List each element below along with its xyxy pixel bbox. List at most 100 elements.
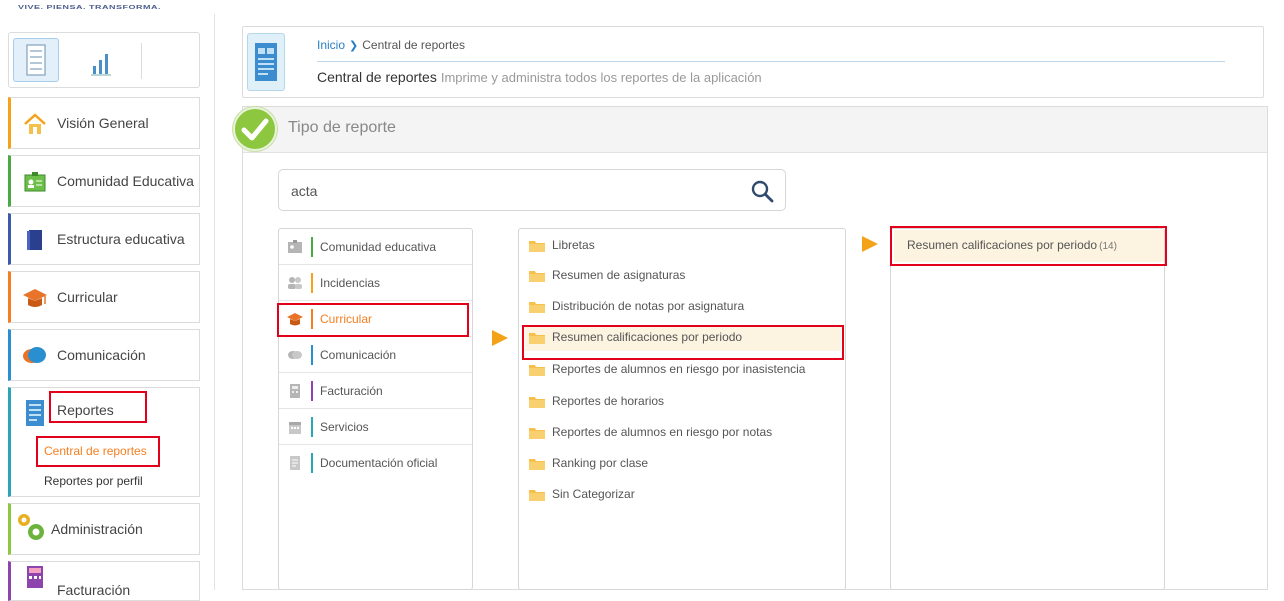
category-color-bar [311,345,313,365]
report-result-count: (14) [1099,241,1117,252]
category-label: Comunicación [320,348,397,362]
id-card-icon [288,240,302,253]
category-item-servicios[interactable]: Servicios [279,409,472,445]
breadcrumb: Inicio ❯ Central de reportes [317,38,465,52]
report-group-label: Reportes de alumnos en riesgo por notas [552,425,773,439]
category-item-curricular[interactable]: Curricular [279,301,472,337]
sidebar-item-administracion[interactable]: Administración [8,503,200,555]
sidebar-item-label: Comunidad Educativa [57,173,194,189]
chat-bubbles-icon [23,347,46,363]
page-title: Central de reportes Imprime y administra … [317,69,762,85]
gears-icon [18,514,44,540]
folder-icon [529,365,545,376]
chart-view-button[interactable] [79,38,125,82]
sidebar-subitem-reportes-por-perfil[interactable]: Reportes por perfil [44,474,143,488]
pointer-arrow-icon [862,236,878,252]
report-group-item[interactable]: Resumen de asignaturas [525,263,841,289]
sidebar-item-label: Estructura educativa [57,231,185,247]
page-subtitle: Imprime y administra todos los reportes … [440,70,762,85]
category-color-bar [311,309,313,329]
calendar-icon [289,422,301,434]
category-item-comunidad-educativa[interactable]: Comunidad educativa [279,229,472,265]
view-switch-divider [141,43,142,79]
chevron-right-icon: ❯ [349,40,359,52]
report-group-label: Libretas [552,238,595,252]
list-view-button[interactable] [13,38,59,82]
page-title-text: Central de reportes [317,69,437,85]
calculator-icon [290,384,300,398]
sidebar-item-estructura-educativa[interactable]: Estructura educativa [8,213,200,265]
category-label: Comunidad educativa [320,240,437,254]
home-icon [24,113,46,134]
panel-header [243,107,1267,153]
category-color-bar [311,237,313,257]
view-switch [8,32,200,88]
checkmark-icon [233,107,277,151]
sidebar-item-label: Administración [51,521,143,537]
report-group-label: Reportes de horarios [552,394,665,408]
report-group-item[interactable]: Ranking por clase [525,451,841,477]
report-group-label: Reportes de alumnos en riesgo por inasis… [552,362,806,376]
header-divider [317,61,1225,62]
report-document-icon [247,33,285,91]
page-header: Inicio ❯ Central de reportes Central de re… [242,26,1264,98]
report-group-list: Libretas Resumen de asignaturas Distribu… [518,228,846,590]
sidebar-item-label: Curricular [57,289,118,305]
document-icon [290,456,300,470]
pointer-arrow-icon [492,330,508,346]
report-group-item[interactable]: Libretas [525,233,841,259]
id-card-icon [24,172,46,192]
report-group-label: Sin Categorizar [552,487,635,501]
sidebar-item-label: Facturación [57,582,131,598]
search-field[interactable] [278,169,786,211]
category-item-comunicacion[interactable]: Comunicación [279,337,472,373]
category-color-bar [311,381,313,401]
sidebar-item-comunicacion[interactable]: Comunicación [8,329,200,381]
report-result-item[interactable]: Resumen calificaciones por periodo (14) [894,230,1164,262]
sidebar-item-vision-general[interactable]: Visión General [8,97,200,149]
category-item-documentacion-oficial[interactable]: Documentación oficial [279,445,472,481]
report-group-label: Ranking por clase [552,456,649,470]
sidebar-item-label: Comunicación [57,347,146,363]
folder-icon [529,333,545,344]
sidebar-item-facturacion[interactable]: Facturación [8,561,200,601]
report-group-item[interactable]: Reportes de alumnos en riesgo por inasis… [525,357,841,383]
sidebar-item-curricular[interactable]: Curricular [8,271,200,323]
sidebar-subitem-central-de-reportes[interactable]: Central de reportes [44,444,147,458]
report-group-label: Distribución de notas por asignatura [552,299,745,313]
folder-icon [529,302,545,313]
category-label: Servicios [320,420,369,434]
report-document-icon [26,400,44,426]
report-result-list [890,228,1165,590]
report-group-label: Resumen calificaciones por periodo [552,330,743,344]
sidebar-item-comunidad-educativa[interactable]: Comunidad Educativa [8,155,200,207]
report-group-item[interactable]: Sin Categorizar [525,482,841,508]
category-item-incidencias[interactable]: Incidencias [279,265,472,301]
category-label: Documentación oficial [320,456,438,470]
report-group-item[interactable]: Reportes de horarios [525,389,841,415]
report-group-item[interactable]: Reportes de alumnos en riesgo por notas [525,420,841,446]
chat-bubbles-icon [288,351,302,359]
category-label: Facturación [320,384,383,398]
report-group-item-selected[interactable]: Resumen calificaciones por periodo [525,325,841,351]
report-result-name: Resumen calificaciones por periodo [907,238,1098,252]
folder-icon [529,490,545,501]
category-color-bar [311,273,313,293]
book-icon [27,230,42,250]
category-list: Comunidad educativa Incidencias Curricul… [278,228,473,590]
folder-icon [529,271,545,282]
folder-icon [529,459,545,470]
category-label: Incidencias [320,276,381,290]
sidebar-top-clipped-text: VIVE. PIENSA. TRANSFORMA. [18,4,162,10]
report-group-item[interactable]: Distribución de notas por asignatura [525,294,841,320]
search-input[interactable] [291,180,731,202]
panel-title: Tipo de reporte [288,119,396,136]
category-color-bar [311,453,313,473]
category-item-facturacion[interactable]: Facturación [279,373,472,409]
folder-icon [529,428,545,439]
search-icon[interactable] [749,178,775,204]
bar-chart-icon [91,54,111,76]
graduation-cap-icon [287,313,303,326]
breadcrumb-home-link[interactable]: Inicio [317,38,345,52]
folder-icon [529,241,545,252]
